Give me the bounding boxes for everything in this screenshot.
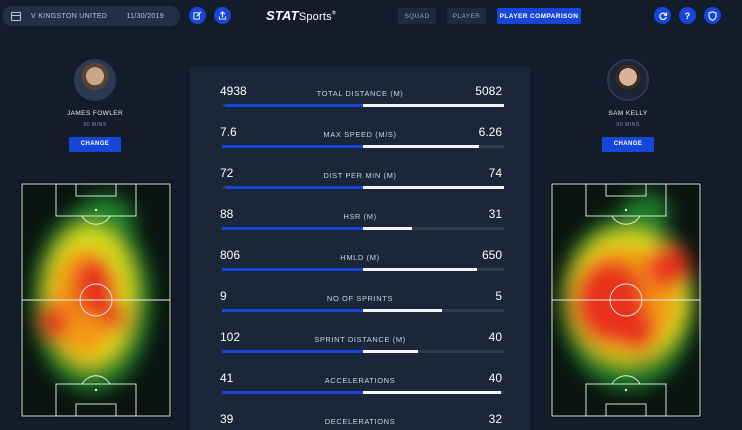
stat-bar (222, 104, 504, 107)
stat-bar-right-fill (363, 186, 504, 189)
help-button[interactable]: ? (679, 7, 696, 24)
stat-bar (222, 145, 504, 148)
stat-bar-left-fill (222, 350, 363, 353)
stat-bar-left-fill (226, 186, 363, 189)
stat-right-value: 650 (481, 248, 502, 262)
stat-bar-right-fill (363, 391, 501, 394)
nav-player-comparison-label: PLAYER COMPARISON (499, 12, 579, 20)
stat-bar-right-fill (363, 309, 442, 312)
share-icon (218, 11, 227, 20)
edit-icon (193, 11, 202, 20)
help-icon: ? (684, 10, 691, 21)
pitch-lines-right (551, 183, 701, 417)
match-selector[interactable]: V KINGSTON UNITED 11/30/2019 (2, 6, 180, 26)
stat-bar (222, 227, 504, 230)
nav-squad-label: SQUAD (404, 12, 430, 20)
stat-right-value: 40 (488, 371, 502, 385)
stat-right-value: 5 (495, 289, 502, 303)
player-left-minutes: 90 MINS (83, 122, 107, 128)
stat-label: HMLD (M) (340, 253, 380, 262)
stat-bar-left-fill (222, 391, 363, 394)
stat-row: 806 HMLD (M) 650 (190, 237, 530, 278)
stat-label: SPRINT DISTANCE (M) (314, 335, 406, 344)
stat-label: HSR (M) (343, 212, 377, 221)
nav-player[interactable]: PLAYER (447, 8, 486, 24)
stat-bar-right-fill (363, 227, 412, 230)
stat-right-value: 40 (488, 330, 502, 344)
edit-button[interactable] (189, 7, 206, 24)
stat-bar (222, 309, 504, 312)
stat-row: 7.6 MAX SPEED (M/S) 6.26 (190, 114, 530, 155)
stat-bar-right-fill (363, 350, 418, 353)
logo-sub: Sports (298, 11, 332, 23)
stat-bar-left-fill (222, 227, 363, 230)
player-right-name: SAM KELLY (608, 110, 648, 117)
stat-bar-left-fill (225, 104, 363, 107)
player-left-heatmap (20, 182, 172, 418)
stat-right-value: 74 (488, 166, 502, 180)
stat-bar-left-fill (222, 309, 363, 312)
nav-player-comparison[interactable]: PLAYER COMPARISON (497, 8, 581, 24)
stat-right-value: 6.26 (478, 125, 502, 139)
stat-bar-right-fill (363, 104, 504, 107)
stat-right-value: 32 (488, 412, 502, 426)
stats-comparison-panel: 4938 TOTAL DISTANCE (M) 5082 7.6 MAX SPEED (… (190, 67, 530, 430)
stat-label: ACCELERATIONS (324, 376, 396, 385)
stat-row: 88 HSR (M) 31 (190, 196, 530, 237)
match-date: 11/30/2019 (126, 12, 164, 20)
stat-right-value: 31 (488, 207, 502, 221)
stat-bar (222, 268, 504, 271)
player-left-name: JAMES FOWLER (66, 110, 124, 117)
stat-bar-left-fill (222, 268, 363, 271)
logo-main: STAT (266, 8, 299, 23)
player-right-heatmap (550, 182, 702, 418)
stat-bar-right-fill (363, 268, 477, 271)
stat-bar-left-fill (222, 145, 363, 148)
logo-mark: ® (331, 10, 336, 17)
nav-player-label: PLAYER (452, 12, 481, 20)
share-button[interactable] (214, 7, 231, 24)
calendar-icon (11, 11, 21, 21)
stat-bar (222, 391, 504, 394)
stat-label: DIST PER MIN (M) (323, 171, 397, 180)
statsports-logo: STATSports® (266, 8, 336, 23)
change-player-right-button[interactable]: CHANGE (602, 137, 654, 152)
stat-row: 39 DECELERATIONS 32 (190, 401, 530, 430)
pitch-lines-left (21, 183, 171, 417)
nav-squad[interactable]: SQUAD (398, 8, 436, 24)
stat-label: DECELERATIONS (324, 417, 396, 426)
shield-icon (708, 10, 717, 21)
avatar (74, 59, 116, 101)
player-left-card: JAMES FOWLER 90 MINS CHANGE (40, 59, 150, 152)
player-right-card: SAM KELLY 90 MINS CHANGE (573, 59, 683, 152)
stat-row: 9 NO OF SPRINTS 5 (190, 278, 530, 319)
stat-row: 4938 TOTAL DISTANCE (M) 5082 (190, 73, 530, 114)
player-right-minutes: 90 MINS (616, 122, 640, 128)
stat-bar-right-fill (363, 145, 479, 148)
top-bar: V KINGSTON UNITED 11/30/2019 STATSports®… (0, 0, 742, 32)
stat-row: 41 ACCELERATIONS 40 (190, 360, 530, 401)
stat-label: NO OF SPRINTS (326, 294, 394, 303)
shield-button[interactable] (704, 7, 721, 24)
stat-row: 102 SPRINT DISTANCE (M) 40 (190, 319, 530, 360)
stat-bar (222, 186, 504, 189)
stat-bar (222, 350, 504, 353)
match-opponent: V KINGSTON UNITED (31, 12, 108, 20)
stat-right-value: 5082 (475, 84, 502, 98)
refresh-button[interactable] (654, 7, 671, 24)
refresh-icon (658, 12, 667, 20)
avatar (607, 59, 649, 101)
stat-row: 72 DIST PER MIN (M) 74 (190, 155, 530, 196)
change-player-left-button[interactable]: CHANGE (69, 137, 121, 152)
